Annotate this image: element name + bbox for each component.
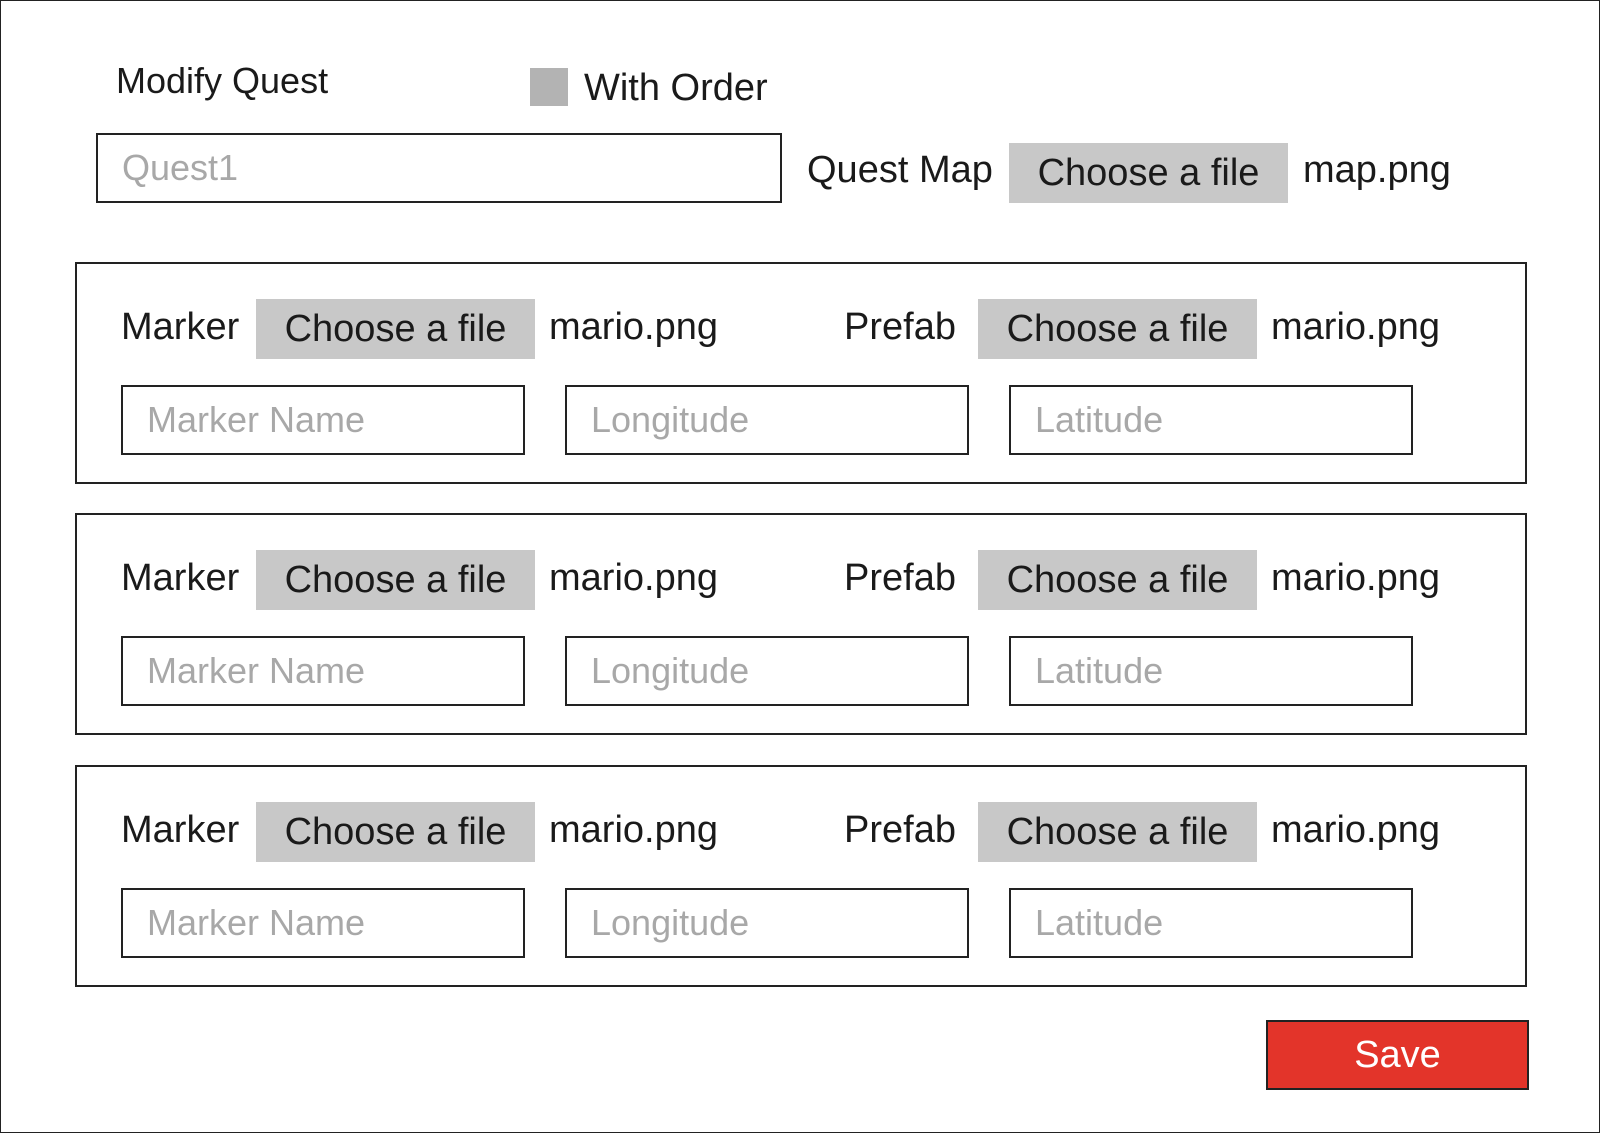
longitude-input[interactable] (565, 385, 969, 455)
modify-quest-form: Modify Quest With Order Quest Map Choose… (0, 0, 1600, 1133)
latitude-input[interactable] (1009, 888, 1413, 958)
marker-choose-file-button[interactable]: Choose a file (256, 550, 535, 610)
marker-file-name: mario.png (549, 809, 718, 851)
marker-name-input[interactable] (121, 385, 525, 455)
quest-map-choose-file-button[interactable]: Choose a file (1009, 143, 1288, 203)
with-order-checkbox[interactable] (530, 68, 568, 106)
marker-choose-file-button[interactable]: Choose a file (256, 802, 535, 862)
longitude-input[interactable] (565, 636, 969, 706)
prefab-file-name: mario.png (1271, 557, 1440, 599)
with-order-label: With Order (584, 67, 768, 109)
marker-name-input[interactable] (121, 888, 525, 958)
marker-label: Marker (121, 557, 240, 599)
marker-label: Marker (121, 809, 240, 851)
marker-name-input[interactable] (121, 636, 525, 706)
latitude-input[interactable] (1009, 385, 1413, 455)
prefab-label: Prefab (844, 809, 956, 851)
prefab-label: Prefab (844, 557, 956, 599)
prefab-file-name: mario.png (1271, 809, 1440, 851)
marker-block: Marker Choose a file mario.png Prefab Ch… (75, 765, 1527, 987)
prefab-choose-file-button[interactable]: Choose a file (978, 299, 1257, 359)
quest-map-label: Quest Map (807, 149, 993, 191)
longitude-input[interactable] (565, 888, 969, 958)
prefab-label: Prefab (844, 306, 956, 348)
prefab-file-name: mario.png (1271, 306, 1440, 348)
page-title: Modify Quest (116, 60, 329, 101)
marker-choose-file-button[interactable]: Choose a file (256, 299, 535, 359)
prefab-choose-file-button[interactable]: Choose a file (978, 802, 1257, 862)
marker-block: Marker Choose a file mario.png Prefab Ch… (75, 262, 1527, 484)
quest-map-file-name: map.png (1303, 149, 1451, 191)
marker-file-name: mario.png (549, 306, 718, 348)
prefab-choose-file-button[interactable]: Choose a file (978, 550, 1257, 610)
marker-block: Marker Choose a file mario.png Prefab Ch… (75, 513, 1527, 735)
marker-label: Marker (121, 306, 240, 348)
latitude-input[interactable] (1009, 636, 1413, 706)
marker-file-name: mario.png (549, 557, 718, 599)
save-button[interactable]: Save (1266, 1020, 1529, 1090)
quest-name-input[interactable] (96, 133, 782, 203)
